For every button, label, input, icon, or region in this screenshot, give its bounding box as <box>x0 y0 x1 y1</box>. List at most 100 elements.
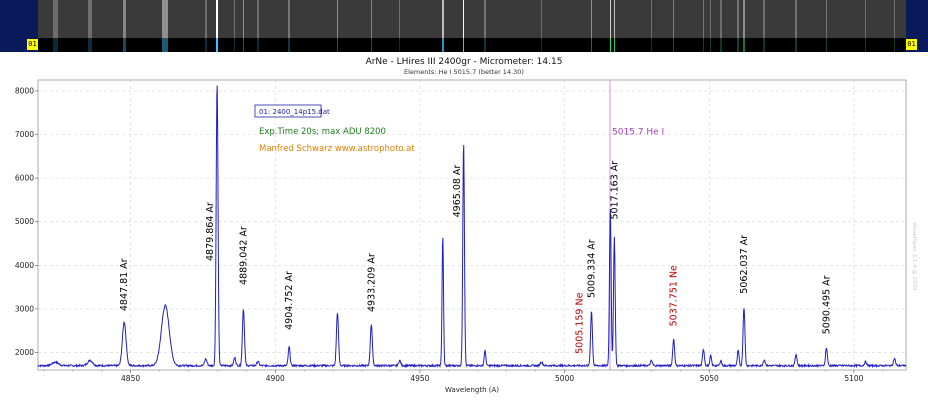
spectrum-image-line <box>370 0 373 38</box>
spectrum-image-line <box>53 0 58 38</box>
spectrum-image-line <box>288 0 290 38</box>
spectrum-image-line <box>462 0 465 38</box>
color-strip-line <box>257 38 259 52</box>
spectrum-image-line <box>709 0 712 38</box>
x-tick-label: 4900 <box>266 374 285 383</box>
color-strip-line <box>242 38 245 52</box>
color-strip-line <box>613 38 616 52</box>
color-strip-line <box>795 38 797 52</box>
color-strip-line <box>720 38 722 52</box>
color-strip-line <box>233 38 236 52</box>
spectrum-color-strip <box>38 38 906 52</box>
color-strip-line <box>88 38 92 52</box>
color-strip-line <box>370 38 373 52</box>
peak-label: 5037.751 Ne <box>669 265 680 326</box>
color-strip-line <box>442 38 444 52</box>
spectrum-image-line <box>442 0 444 38</box>
color-strip-line <box>737 38 739 52</box>
peak-label: 4847.81 Ar <box>119 258 130 311</box>
x-tick-label: 5100 <box>844 374 863 383</box>
peak-label: 4879.864 Ar <box>205 202 216 261</box>
spectrum-image <box>38 0 906 38</box>
y-tick-label: 4000 <box>15 261 34 270</box>
spectrum-image-line <box>650 0 653 38</box>
chart-subtitle: Elements: He I 5015.7 (better 14.30) <box>404 68 524 76</box>
y-tick-label: 6000 <box>15 174 34 183</box>
spectrum-image-line <box>590 0 593 38</box>
x-tick-label: 5000 <box>555 374 574 383</box>
color-strip-line <box>893 38 896 52</box>
spectrum-image-line <box>743 0 745 38</box>
y-tick-label: 7000 <box>15 130 34 139</box>
peak-label: 4904.752 Ar <box>284 271 295 330</box>
color-strip-line <box>609 38 612 52</box>
color-strip-line <box>540 38 543 52</box>
spectrum-image-line <box>613 0 616 38</box>
color-strip-line <box>825 38 828 52</box>
peak-label: 4889.042 Ar <box>238 226 249 285</box>
spectrum-image-line <box>242 0 245 38</box>
author-annotation: Manfred Schwarz www.astrophoto.at <box>259 144 415 154</box>
spectrum-image-line <box>484 0 486 38</box>
spectrum-image-line <box>763 0 765 38</box>
exposure-annotation: Exp.Time 20s; max ADU 8200 <box>259 127 386 137</box>
spectrum-image-line <box>825 0 828 38</box>
spectrum-image-line <box>609 0 612 38</box>
color-strip-line <box>216 38 218 52</box>
color-strip-line <box>162 38 169 52</box>
spectrum-image-line <box>398 0 401 38</box>
y-tick-label: 2000 <box>15 348 34 357</box>
spectrum-image-line <box>864 0 867 38</box>
color-strip-line <box>650 38 653 52</box>
spectrum-image-line <box>893 0 896 38</box>
chart-title: ArNe - LHires III 2400gr - Micrometer: 1… <box>366 57 563 67</box>
spectrum-image-line <box>737 0 739 38</box>
peak-label: 5090.495 Ar <box>821 275 832 334</box>
spectrum-image-line <box>720 0 722 38</box>
color-strip-line <box>672 38 675 52</box>
color-strip-line <box>864 38 867 52</box>
spectrum-image-line <box>122 0 126 38</box>
spectrum-image-line <box>233 0 236 38</box>
x-tick-label: 4950 <box>410 374 429 383</box>
spectrum-image-line <box>257 0 259 38</box>
x-tick-label: 4850 <box>121 374 140 383</box>
color-strip-line <box>398 38 401 52</box>
spectrum-image-line <box>702 0 705 38</box>
peak-label: 5009.334 Ar <box>586 239 597 298</box>
right-marker-badge: 01 <box>906 39 917 50</box>
peak-label: 5005.159 Ne <box>575 292 586 353</box>
color-strip-line <box>204 38 207 52</box>
color-strip-line <box>53 38 58 52</box>
left-marker-badge: 01 <box>27 39 38 50</box>
x-tick-label: 5050 <box>700 374 719 383</box>
spectrum-image-line <box>540 0 543 38</box>
color-strip-line <box>462 38 465 52</box>
color-strip-line <box>590 38 593 52</box>
spectrum-image-line <box>795 0 797 38</box>
color-strip-line <box>288 38 290 52</box>
peak-label: 5017.163 Ar <box>609 161 620 220</box>
color-strip-line <box>484 38 486 52</box>
spectrum-chart: ArNe - LHires III 2400gr - Micrometer: 1… <box>0 52 928 400</box>
peak-label: 4965.08 Ar <box>452 165 463 218</box>
peak-label: 5062.037 Ar <box>739 235 750 294</box>
spectrum-image-line <box>672 0 675 38</box>
y-tick-label: 8000 <box>15 86 34 95</box>
color-strip-line <box>709 38 712 52</box>
watermark-text: VisualSpec 3.1.4 @ 2009 <box>911 222 917 291</box>
spectrum-image-line <box>216 0 218 38</box>
x-axis-label: Wavelength (A) <box>445 386 499 394</box>
color-strip-line <box>702 38 705 52</box>
y-tick-label: 5000 <box>15 217 34 226</box>
peak-label: 4933.209 Ar <box>366 253 377 312</box>
spectrum-image-line <box>336 0 339 38</box>
color-strip-line <box>336 38 339 52</box>
color-strip-line <box>763 38 765 52</box>
color-strip-line <box>743 38 745 52</box>
marker-label: 5015.7 He I <box>612 128 664 138</box>
legend-text: 01: 2400_14p15.dat <box>259 108 330 116</box>
spectrum-image-line <box>204 0 207 38</box>
spectrum-image-line <box>162 0 169 38</box>
y-tick-label: 3000 <box>15 304 34 313</box>
